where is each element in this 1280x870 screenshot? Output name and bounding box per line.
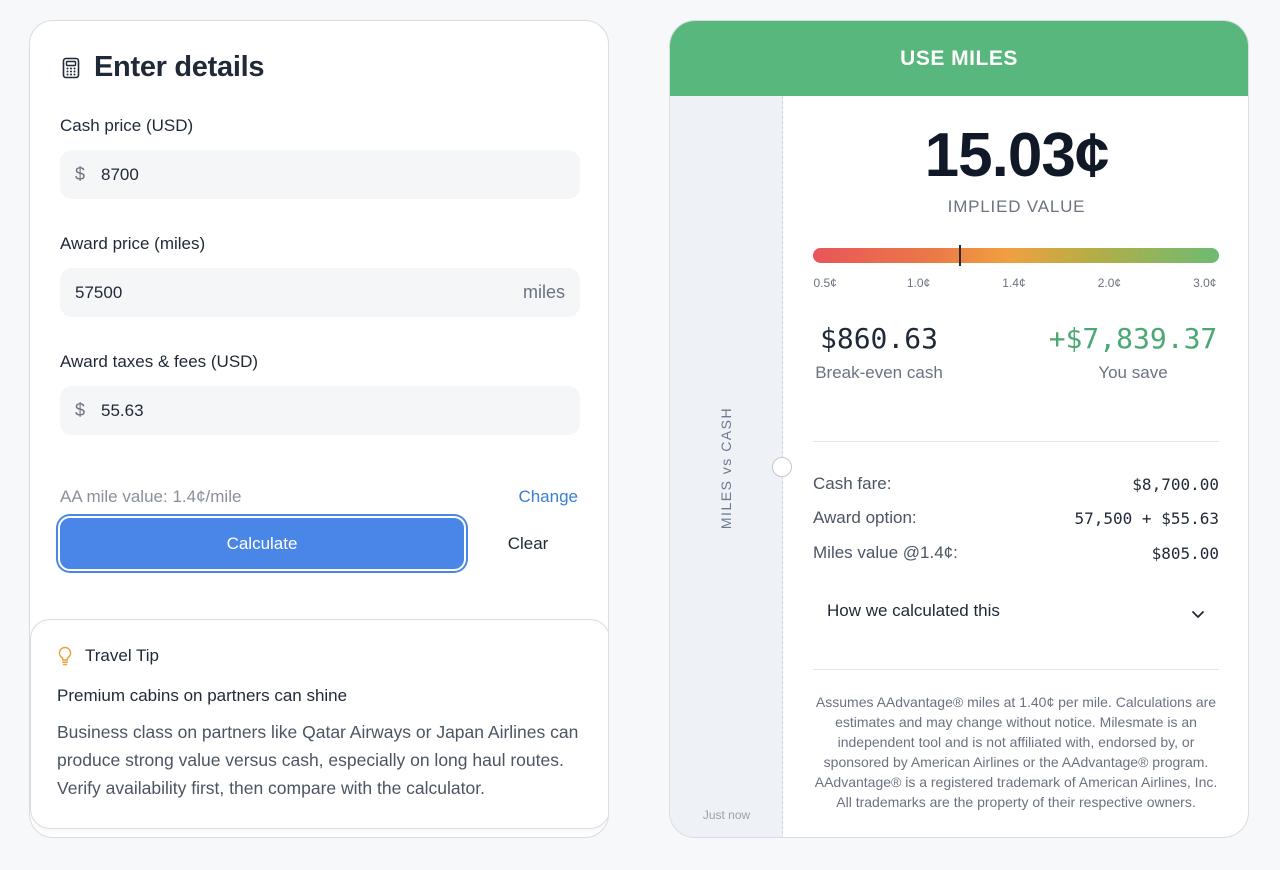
tip-header: Travel Tip — [57, 646, 159, 666]
cash-price-value[interactable]: 8700 — [101, 165, 565, 185]
accordion-label: How we calculated this — [827, 601, 1000, 620]
award-option-row: Award option: 57,500 + $55.63 — [813, 508, 1219, 528]
chevron-down-icon — [1191, 606, 1205, 618]
award-fees-value[interactable]: 55.63 — [101, 401, 565, 421]
savings-stat: +$7,839.37 You save — [1023, 322, 1243, 383]
gauge-tick: 3.0¢ — [1193, 276, 1217, 290]
miles-suffix: miles — [522, 282, 565, 302]
award-fees-label: Award taxes & fees (USD) — [60, 352, 259, 371]
stub-timestamp: Just now — [702, 808, 751, 822]
result-card: USE MILES MILES vs CASH Just now 15.03¢ … — [669, 20, 1249, 838]
gauge-ticks: 0.5¢ 1.0¢ 1.4¢ 2.0¢ 3.0¢ — [813, 276, 1219, 292]
implied-value: 15.03¢ — [924, 121, 1110, 190]
award-fees-input[interactable]: $ 55.63 — [60, 386, 580, 435]
cash-fare-row: Cash fare: $8,700.00 — [813, 474, 1219, 494]
dollar-prefix: $ — [75, 164, 86, 184]
row-value: 57,500 + $55.63 — [1074, 508, 1220, 528]
gauge-marker — [959, 245, 962, 266]
dollar-prefix: $ — [75, 400, 86, 420]
result-main: 15.03¢ IMPLIED VALUE 0.5¢ 1.0¢ 1.4¢ 2.0¢… — [783, 96, 1248, 837]
award-price-label: Award price (miles) — [60, 234, 206, 253]
row-key: Award option: — [813, 508, 917, 527]
implied-value-label: IMPLIED VALUE — [947, 197, 1086, 216]
stub-label: MILES vs CASH — [718, 406, 734, 530]
value-gauge — [813, 245, 1219, 266]
row-value: $805.00 — [1151, 543, 1219, 563]
page-title: Enter details — [94, 51, 265, 83]
details-card: Enter details Cash price (USD) $ 8700 Aw… — [29, 20, 609, 838]
award-price-value[interactable]: 57500 — [75, 283, 523, 303]
clear-button[interactable]: Clear — [480, 516, 576, 571]
calculator-icon — [60, 57, 82, 79]
row-key: Cash fare: — [813, 474, 892, 493]
travel-tip-card: Travel Tip Premium cabins on partners ca… — [30, 619, 608, 829]
savings-label: You save — [1098, 363, 1168, 382]
miles-value-row: Miles value @1.4¢: $805.00 — [813, 543, 1219, 563]
row-key: Miles value @1.4¢: — [813, 543, 958, 562]
tip-subtitle: Premium cabins on partners can shine — [57, 686, 348, 705]
savings-value: +$7,839.37 — [1048, 322, 1218, 355]
divider — [813, 669, 1219, 670]
disclaimer: Assumes AAdvantage® miles at 1.40¢ per m… — [814, 694, 1218, 810]
break-even-stat: $860.63 Break-even cash — [779, 322, 979, 383]
break-even-value: $860.63 — [819, 322, 938, 355]
gauge-tick: 0.5¢ — [813, 276, 837, 290]
gauge-tick: 1.0¢ — [906, 276, 931, 290]
gauge-tick: 2.0¢ — [1097, 276, 1122, 290]
tip-body: Business class on partners like Qatar Ai… — [57, 722, 579, 798]
row-value: $8,700.00 — [1132, 474, 1219, 494]
tip-title: Travel Tip — [85, 646, 160, 665]
details-header: Enter details — [60, 51, 264, 84]
divider — [813, 441, 1219, 442]
break-even-label: Break-even cash — [815, 363, 943, 382]
award-price-input[interactable]: 57500 miles — [60, 268, 580, 317]
change-mile-value-link[interactable]: Change — [518, 487, 578, 507]
how-calculated-toggle[interactable]: How we calculated this — [813, 601, 1219, 621]
mile-value-text: AA mile value: 1.4¢/mile — [60, 487, 242, 506]
calculate-button[interactable]: Calculate — [58, 516, 466, 571]
lightbulb-icon — [57, 646, 73, 666]
ticket-stub: MILES vs CASH Just now — [670, 96, 783, 837]
gauge-tick: 1.4¢ — [1002, 276, 1026, 290]
cash-price-input[interactable]: $ 8700 — [60, 150, 580, 199]
recommendation-banner: USE MILES — [670, 21, 1248, 96]
cash-price-label: Cash price (USD) — [60, 116, 194, 135]
